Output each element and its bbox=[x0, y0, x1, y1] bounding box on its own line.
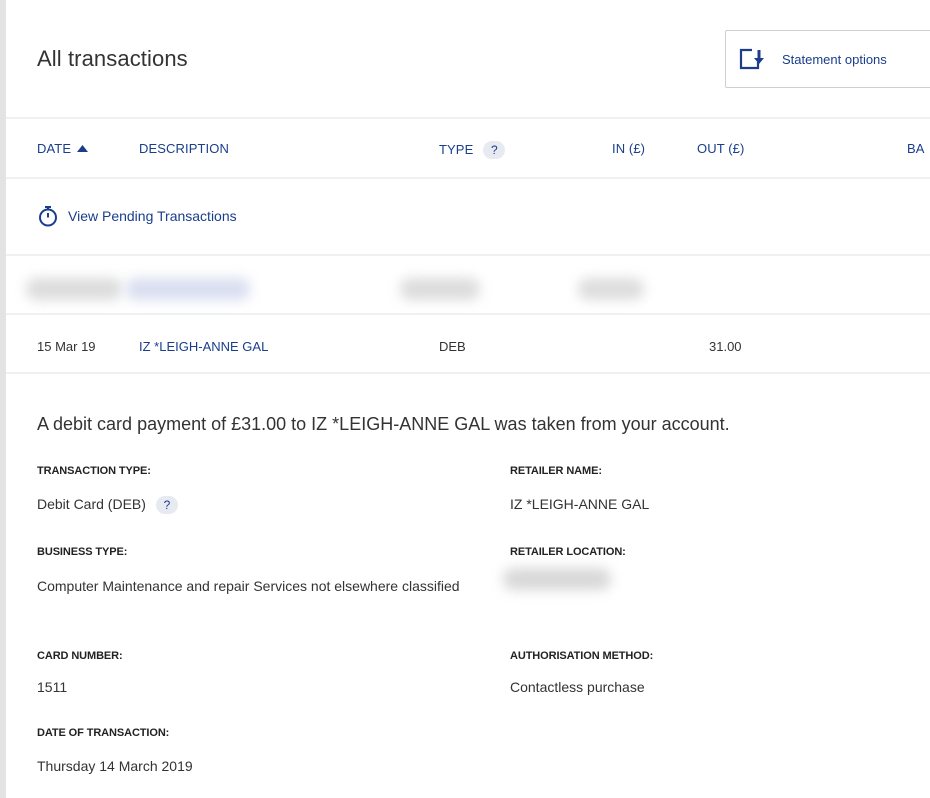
pending-divider bbox=[6, 254, 930, 256]
column-header-type[interactable]: TYPE? bbox=[439, 141, 506, 159]
redacted-date bbox=[26, 278, 122, 300]
row-date: 15 Mar 19 bbox=[37, 339, 96, 354]
row-divider-top bbox=[6, 313, 930, 315]
page-title: All transactions bbox=[37, 46, 188, 71]
authorisation-method-value: Contactless purchase bbox=[510, 679, 645, 695]
retailer-name-value: IZ *LEIGH-ANNE GAL bbox=[510, 496, 650, 512]
redacted-type bbox=[400, 278, 480, 300]
row-type: DEB bbox=[439, 339, 466, 354]
column-header-date-label: DATE bbox=[37, 141, 72, 156]
column-header-type-label: TYPE bbox=[439, 142, 474, 157]
card-number-value: 1511 bbox=[37, 679, 68, 695]
statement-options-label: Statement options bbox=[782, 51, 887, 67]
business-type-value: Computer Maintenance and repair Services… bbox=[37, 578, 460, 594]
business-type-label: BUSINESS TYPE: bbox=[37, 546, 128, 558]
transaction-type-text: Debit Card (DEB) bbox=[37, 496, 146, 512]
transaction-type-help-icon[interactable]: ? bbox=[155, 496, 178, 514]
view-pending-transactions-label: View Pending Transactions bbox=[68, 208, 237, 224]
transaction-summary: A debit card payment of £31.00 to IZ *LE… bbox=[37, 414, 730, 434]
transaction-type-label: TRANSACTION TYPE: bbox=[37, 465, 151, 477]
statement-options-button[interactable]: Statement options bbox=[725, 30, 930, 88]
header-divider-bottom bbox=[6, 177, 930, 179]
view-pending-transactions-link[interactable]: View Pending Transactions bbox=[38, 205, 237, 227]
column-header-date[interactable]: DATE bbox=[37, 141, 89, 156]
authorisation-method-label: AUTHORISATION METHOD: bbox=[510, 650, 654, 662]
card-number-label: CARD NUMBER: bbox=[37, 650, 123, 662]
transaction-type-value: Debit Card (DEB)? bbox=[37, 494, 178, 514]
retailer-location-label: RETAILER LOCATION: bbox=[510, 546, 626, 558]
header-divider-top bbox=[6, 117, 930, 119]
row-description-link[interactable]: IZ *LEIGH-ANNE GAL bbox=[139, 339, 268, 354]
stopwatch-icon bbox=[39, 206, 57, 227]
left-border bbox=[0, 0, 6, 798]
row-divider-bottom bbox=[6, 372, 930, 374]
redacted-amount bbox=[578, 278, 644, 300]
redacted-description bbox=[126, 278, 250, 300]
column-header-out[interactable]: OUT (£) bbox=[697, 141, 744, 156]
redacted-retailer-location bbox=[503, 568, 611, 590]
sort-ascending-icon bbox=[77, 145, 89, 152]
row-out: 31.00 bbox=[709, 339, 742, 354]
column-header-in[interactable]: IN (£) bbox=[612, 141, 645, 156]
column-header-balance[interactable]: BA bbox=[907, 141, 925, 156]
retailer-name-label: RETAILER NAME: bbox=[510, 465, 602, 477]
date-of-transaction-label: DATE OF TRANSACTION: bbox=[37, 727, 170, 739]
statement-download-icon bbox=[739, 48, 766, 70]
column-header-description[interactable]: DESCRIPTION bbox=[139, 141, 229, 156]
type-help-icon[interactable]: ? bbox=[483, 141, 506, 159]
date-of-transaction-value: Thursday 14 March 2019 bbox=[37, 758, 193, 774]
